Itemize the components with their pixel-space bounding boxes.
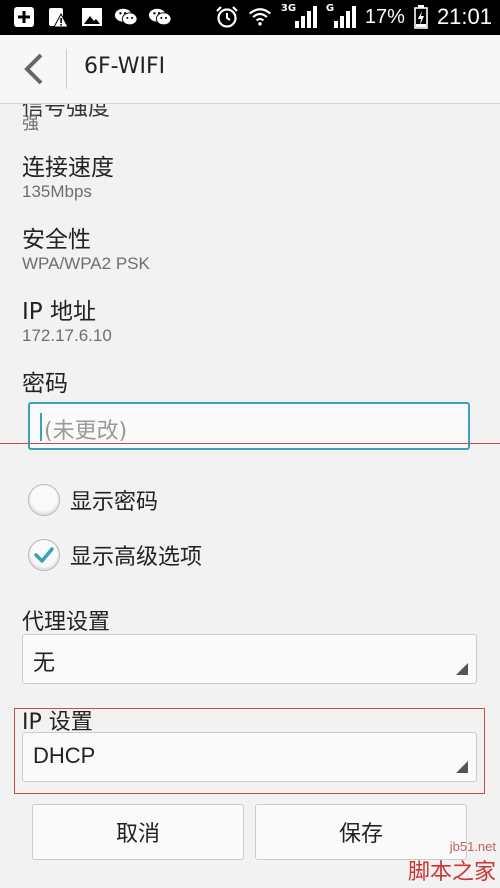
action-bar: 6F-WIFI — [0, 35, 500, 104]
show-advanced-label: 显示高级选项 — [70, 545, 203, 570]
wechat-icon — [114, 5, 138, 29]
page-title: 6F-WIFI — [84, 54, 166, 79]
password-placeholder: (未更改) — [44, 419, 128, 444]
ip-address-label: IP 地址 — [22, 299, 96, 325]
text-caret — [40, 413, 42, 441]
dropdown-arrow-icon — [456, 761, 468, 773]
password-label: 密码 — [22, 371, 68, 397]
wifi-icon — [248, 5, 272, 29]
wechat-icon — [148, 5, 172, 29]
show-advanced-checkbox[interactable] — [28, 539, 60, 571]
show-password-checkbox[interactable] — [28, 484, 60, 516]
divider — [66, 49, 67, 89]
chevron-left-icon — [24, 53, 43, 85]
ip-settings-value: DHCP — [33, 743, 96, 768]
watermark: jb51.net 脚本之家 — [408, 839, 496, 886]
alarm-icon — [215, 5, 239, 29]
image-icon — [80, 5, 104, 29]
cancel-button[interactable]: 取消 — [32, 804, 244, 860]
check-icon — [34, 547, 54, 563]
ip-address-value: 172.17.6.10 — [22, 326, 112, 345]
proxy-settings-value: 无 — [33, 650, 56, 675]
connection-speed-value: 135Mbps — [22, 182, 92, 201]
security-value: WPA/WPA2 PSK — [22, 254, 150, 273]
proxy-settings-dropdown[interactable]: 无 — [22, 634, 477, 684]
status-bar: 3G G 17% 21:01 — [0, 0, 500, 35]
battery-percent: 17% — [364, 5, 405, 28]
signal-g-icon: G — [326, 3, 356, 29]
back-button[interactable] — [14, 49, 54, 89]
watermark-text: 脚本之家 — [407, 860, 496, 885]
add-icon — [12, 5, 36, 29]
show-advanced-option[interactable]: 显示高级选项 — [28, 539, 202, 571]
wifi-detail-content: 信号强度 强 连接速度 135Mbps 安全性 WPA/WPA2 PSK IP … — [0, 104, 500, 888]
show-password-label: 显示密码 — [70, 490, 159, 515]
ip-settings-dropdown[interactable]: DHCP — [22, 732, 477, 782]
signal-3g-icon: 3G — [281, 3, 317, 29]
annotation-line — [0, 443, 500, 444]
signal-strength-value: 强 — [22, 114, 39, 133]
show-password-option[interactable]: 显示密码 — [28, 484, 158, 516]
dropdown-arrow-icon — [456, 663, 468, 675]
connection-speed-label: 连接速度 — [22, 155, 114, 181]
clock: 21:01 — [436, 4, 492, 29]
watermark-url: jb51.net — [449, 839, 496, 854]
security-label: 安全性 — [22, 227, 91, 253]
battery-charging-icon — [414, 5, 428, 29]
warning-icon — [46, 5, 70, 29]
proxy-settings-label: 代理设置 — [22, 610, 111, 635]
